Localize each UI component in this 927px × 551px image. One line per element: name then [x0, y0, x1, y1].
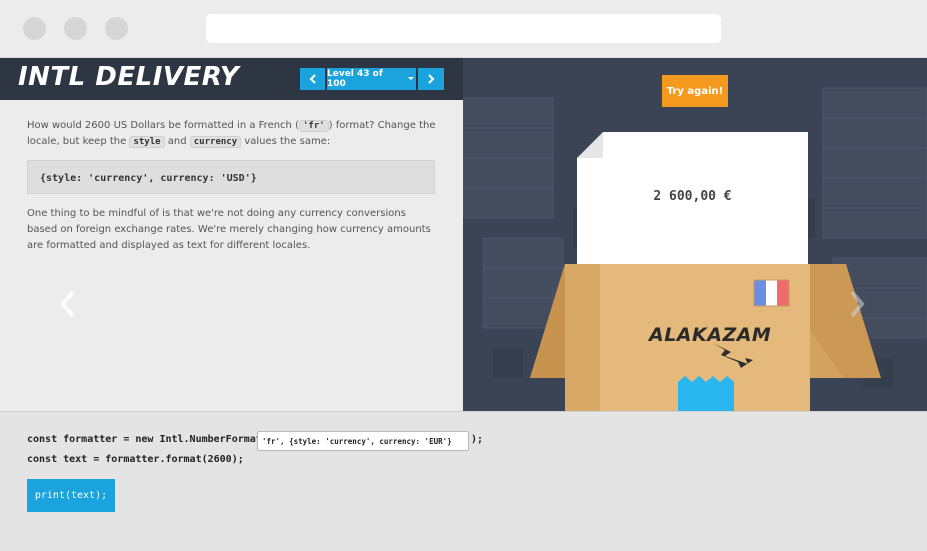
- scene-prev-arrow-icon[interactable]: [58, 286, 78, 322]
- code-line-1-prefix: const formatter = new Intl.NumberFormat(: [27, 434, 268, 445]
- header-bar: INTL DELIVERY Level 43 of 100: [0, 58, 463, 100]
- instructions-panel: INTL DELIVERY Level 43 of 100 How would …: [0, 58, 463, 411]
- game-title: INTL DELIVERY: [18, 62, 240, 92]
- prev-level-button[interactable]: [300, 68, 325, 90]
- window-maximize-dot[interactable]: [105, 17, 128, 40]
- paper-amount-text: 2 600,00 €: [653, 189, 732, 204]
- caret-down-icon: [408, 77, 415, 80]
- next-level-button[interactable]: [418, 68, 444, 90]
- chevron-right-icon: [428, 74, 435, 84]
- instructions-paragraph-1: How would 2600 US Dollars be formatted i…: [27, 120, 436, 148]
- print-text-button[interactable]: print(text);: [27, 479, 115, 512]
- instructions-text: How would 2600 US Dollars be formatted i…: [27, 118, 437, 254]
- inline-code-locale: 'fr': [298, 120, 329, 132]
- code-line-2: const text = formatter.format(2600);: [27, 454, 244, 465]
- code-editor: const formatter = new Intl.NumberFormat(…: [0, 411, 927, 551]
- try-again-button[interactable]: Try again!: [662, 75, 728, 107]
- address-bar[interactable]: [206, 14, 721, 43]
- level-label: Level 43 of 100: [327, 69, 383, 89]
- scene-next-arrow-icon[interactable]: [847, 286, 867, 322]
- code-sample-block: {style: 'currency', currency: 'USD'}: [27, 160, 435, 194]
- instructions-paragraph-2: One thing to be mindful of is that we're…: [27, 208, 431, 251]
- window-close-dot[interactable]: [23, 17, 46, 40]
- browser-chrome: [0, 0, 927, 58]
- scene-background: [463, 58, 927, 411]
- delivery-scene: 2 600,00 € ALAKAZAM Try again!: [463, 58, 927, 411]
- window-minimize-dot[interactable]: [64, 17, 87, 40]
- code-line-1-suffix: );: [471, 434, 484, 445]
- level-selector-button[interactable]: Level 43 of 100: [327, 68, 416, 90]
- chevron-left-icon: [309, 74, 316, 84]
- box-brand-text: ALAKAZAM: [649, 324, 772, 346]
- inline-code-currency: currency: [189, 136, 242, 148]
- inline-code-style: style: [129, 136, 165, 148]
- locale-options-input[interactable]: [257, 431, 469, 451]
